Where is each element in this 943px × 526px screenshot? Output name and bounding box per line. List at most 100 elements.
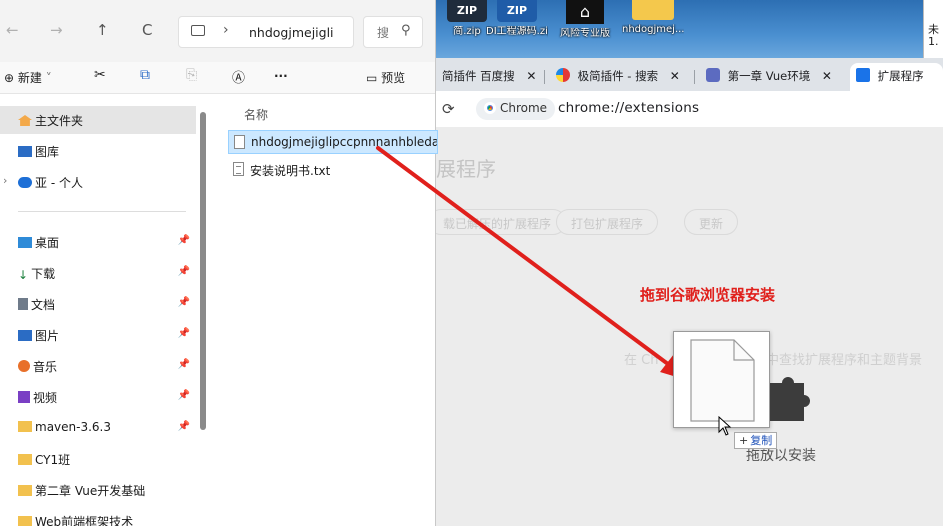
- zip-icon: ZIP: [497, 0, 537, 22]
- sidebar-item-desktop[interactable]: 桌面 📌: [0, 228, 196, 256]
- tab-separator: [544, 70, 545, 84]
- close-icon[interactable]: ✕: [822, 69, 832, 83]
- extensions-page: 展程序 载已解压的扩展程序 打包扩展程序 更新 拖到谷歌浏览器安装 在 Ch 中…: [428, 127, 943, 526]
- preview-pane-icon: ▭: [366, 71, 378, 85]
- address-box[interactable]: › nhdogjmejigli: [178, 16, 354, 48]
- gallery-icon: [18, 146, 32, 157]
- up-button[interactable]: ↑: [96, 21, 109, 39]
- sidebar-item-label: CY1班: [35, 453, 71, 467]
- sidebar-item-pictures[interactable]: 图片 📌: [0, 321, 196, 349]
- file-list: 名称 nhdogjmejiglipccpnnnanhbledajbpd 安装说明…: [212, 94, 438, 526]
- desktop-icon-app[interactable]: ⌂ 风险专业版: [554, 0, 616, 58]
- column-header-name[interactable]: 名称: [244, 106, 268, 123]
- faint-hint-left: 在 Ch: [624, 353, 659, 368]
- sidebar-item-label: Web前端框架技术: [35, 515, 134, 526]
- forward-button[interactable]: →: [50, 21, 63, 39]
- file-explorer-window: ← → ↑ C › nhdogjmejigli 搜 ⚲ ⊕ 新建 ˅ ✂ ⧉ ⎘…: [0, 0, 438, 526]
- sidebar-item-label: 亚 - 个人: [35, 176, 83, 190]
- copy-icon[interactable]: ⧉: [140, 67, 150, 83]
- sidebar-item-gallery[interactable]: 图库: [0, 137, 196, 165]
- folder-icon: [18, 421, 32, 432]
- back-button[interactable]: ←: [6, 21, 19, 39]
- desktop-background: ZIP 简.zip ZIP DI工程源码.zip ⌂ 风险专业版 nhdogjm…: [436, 0, 943, 58]
- reload-icon[interactable]: ⟳: [442, 100, 455, 118]
- puzzle-icon: [856, 68, 870, 82]
- document-icon: [18, 298, 28, 310]
- close-icon[interactable]: ✕: [526, 69, 536, 83]
- folder-icon: [18, 454, 32, 465]
- sidebar-item-home[interactable]: 主文件夹: [0, 106, 196, 134]
- desktop-icon-label: DI工程源码.zip: [486, 26, 548, 37]
- chrome-logo-icon: [484, 102, 496, 114]
- rename-icon[interactable]: Ⓐ: [232, 67, 245, 86]
- update-button[interactable]: 更新: [684, 209, 739, 235]
- tab-label: 第一章 Vue环境: [727, 69, 811, 83]
- sidebar-item-documents[interactable]: 文档 📌: [0, 290, 196, 318]
- chrome-window: 简插件 百度搜 ✕ 极简插件 - 搜索 ✕ 第一章 Vue环境 ✕ 扩展程序 ⟳…: [428, 58, 943, 526]
- pin-icon: 📌: [177, 328, 190, 339]
- sidebar-item-videos[interactable]: 视频 📌: [0, 383, 196, 411]
- pin-icon: 📌: [177, 421, 190, 432]
- cut-icon[interactable]: ✂: [94, 67, 106, 83]
- chevron-down-icon: ˅: [45, 71, 52, 85]
- video-icon: [18, 391, 30, 403]
- file-row-crx[interactable]: nhdogjmejiglipccpnnnanhbledajbpd: [228, 130, 438, 154]
- sidebar-item-label: 下载: [31, 267, 56, 281]
- tab-separator: [694, 70, 695, 84]
- sidebar-divider: [18, 211, 186, 212]
- desktop-icon-zip-2[interactable]: ZIP DI工程源码.zip: [486, 0, 548, 58]
- sidebar-item-label: maven-3.6.3: [35, 420, 111, 434]
- download-icon: ↓: [18, 268, 29, 282]
- sidebar-item-web-framework[interactable]: Web前端框架技术: [0, 507, 196, 526]
- sidebar-item-label: 视频: [33, 391, 58, 405]
- paste-icon[interactable]: ⎘: [186, 67, 197, 83]
- pin-icon: 📌: [177, 297, 190, 308]
- sidebar-item-maven[interactable]: maven-3.6.3 📌: [0, 414, 196, 442]
- sidebar-item-label: 桌面: [35, 236, 60, 250]
- new-button[interactable]: ⊕ 新建 ˅: [4, 69, 52, 86]
- pin-icon: 📌: [177, 390, 190, 401]
- house-icon: ⌂: [566, 0, 604, 24]
- pack-extension-button[interactable]: 打包扩展程序: [556, 209, 659, 235]
- breadcrumb-path[interactable]: nhdogjmejigli: [249, 25, 334, 40]
- copy-badge: + 复制: [734, 432, 778, 449]
- more-options-icon[interactable]: ···: [274, 69, 288, 83]
- cloud-icon: [18, 177, 32, 188]
- tab-baidu[interactable]: 简插件 百度搜 ✕: [436, 63, 542, 91]
- folder-icon: [632, 0, 674, 20]
- sidebar-item-downloads[interactable]: ↓ 下载 📌: [0, 259, 196, 287]
- desktop-icon-folder[interactable]: nhdogjmej...: [622, 0, 684, 58]
- sidebar-item-label: 文档: [31, 298, 56, 312]
- chevron-right-icon[interactable]: ›: [3, 174, 7, 187]
- home-icon: [18, 115, 32, 126]
- tab-vue[interactable]: 第一章 Vue环境 ✕: [700, 63, 838, 91]
- sidebar-item-onedrive[interactable]: › 亚 - 个人: [0, 168, 196, 196]
- preview-button[interactable]: ▭ 预览: [366, 69, 405, 86]
- tab-jijian[interactable]: 极简插件 - 搜索 ✕: [550, 63, 686, 91]
- annotation-text: 拖到谷歌浏览器安装: [640, 286, 776, 304]
- pin-icon: 📌: [177, 235, 190, 246]
- folder-icon: [18, 485, 32, 496]
- sidebar-scrollbar[interactable]: [200, 112, 206, 430]
- copy-label: 复制: [750, 434, 773, 447]
- sidebar-item-vue-chapter[interactable]: 第二章 Vue开发基础: [0, 476, 196, 504]
- desktop-icon: [18, 237, 32, 248]
- puzzle-icon: [770, 377, 810, 421]
- sidebar-item-cy1[interactable]: CY1班: [0, 445, 196, 473]
- new-label: 新建: [17, 71, 42, 85]
- dragged-file-icon: [690, 339, 755, 422]
- text-file-icon: [233, 162, 244, 176]
- sidebar-item-music[interactable]: 音乐 📌: [0, 352, 196, 380]
- refresh-button[interactable]: C: [142, 21, 152, 39]
- pin-icon: 📌: [177, 359, 190, 370]
- sidebar-item-label: 第二章 Vue开发基础: [35, 484, 146, 498]
- security-chip[interactable]: Chrome: [476, 98, 556, 120]
- close-icon[interactable]: ✕: [670, 69, 680, 83]
- tab-strip: 简插件 百度搜 ✕ 极简插件 - 搜索 ✕ 第一章 Vue环境 ✕ 扩展程序: [436, 58, 943, 91]
- doc-icon: [706, 68, 720, 82]
- tab-extensions[interactable]: 扩展程序: [850, 63, 943, 91]
- load-unpacked-button[interactable]: 载已解压的扩展程序: [428, 209, 567, 235]
- file-row-txt[interactable]: 安装说明书.txt: [228, 158, 330, 182]
- search-box[interactable]: 搜 ⚲: [363, 16, 423, 48]
- address-bar[interactable]: Chrome chrome://extensions: [472, 95, 935, 123]
